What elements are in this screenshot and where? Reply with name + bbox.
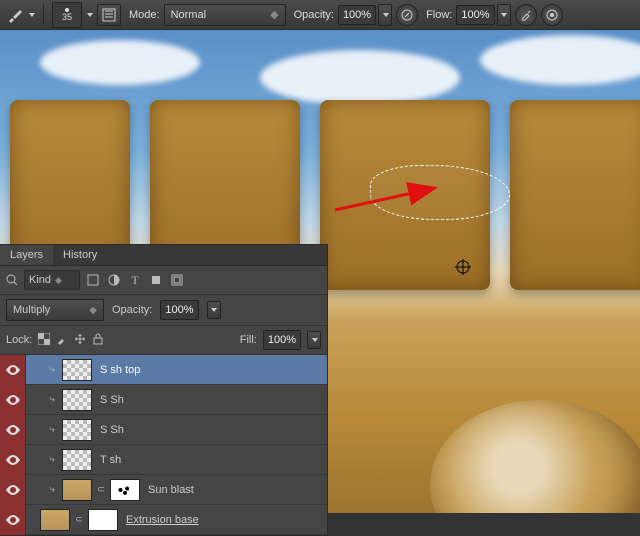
search-icon <box>6 274 18 286</box>
flow-label: Flow: <box>426 9 452 21</box>
layer-mask-thumbnail[interactable] <box>88 509 118 531</box>
layer-thumbnail[interactable] <box>62 359 92 381</box>
visibility-toggle[interactable] <box>0 505 26 535</box>
lock-position-icon[interactable] <box>74 333 86 348</box>
visibility-toggle[interactable] <box>0 475 26 505</box>
layer-thumbnail[interactable] <box>40 509 70 531</box>
clip-indicator-icon: ⤷ <box>46 364 58 375</box>
layer-name[interactable]: Extrusion base <box>126 514 199 526</box>
clip-indicator-icon: ⤷ <box>46 454 58 465</box>
cloud <box>40 40 200 85</box>
filter-shape-icon[interactable] <box>149 273 163 287</box>
panel-tabs: Layers History <box>0 245 327 266</box>
visibility-toggle[interactable] <box>0 385 26 415</box>
layer-row[interactable]: ⤷ S sh top <box>0 355 327 385</box>
lock-pixels-icon[interactable] <box>56 333 68 348</box>
layer-name[interactable]: T sh <box>100 454 121 466</box>
brush-preset-arrow[interactable] <box>87 13 93 17</box>
fill-value: 100% <box>268 334 296 346</box>
brush-options-bar: 35 Mode: Normal ◆ Opacity: 100% Flow: 10… <box>0 0 640 30</box>
hay-bale <box>430 400 640 513</box>
lock-label: Lock: <box>6 334 32 346</box>
clip-indicator-icon: ⤷ <box>46 424 58 435</box>
layer-thumbnail[interactable] <box>62 479 92 501</box>
cursor-icon <box>454 258 472 276</box>
layer-opacity-value: 100% <box>165 304 193 316</box>
visibility-toggle[interactable] <box>0 355 26 385</box>
annotation-arrow <box>330 180 450 220</box>
brush-dot-icon <box>65 8 69 12</box>
visibility-toggle[interactable] <box>0 415 26 445</box>
layer-thumbnail[interactable] <box>62 389 92 411</box>
link-icon: ⊂ <box>74 514 84 525</box>
lock-transparent-icon[interactable] <box>38 333 50 348</box>
flow-field[interactable]: 100% <box>456 5 494 25</box>
layer-name[interactable]: S Sh <box>100 394 124 406</box>
filter-type-icon[interactable]: T <box>128 273 142 287</box>
layer-blend-value: Multiply <box>13 304 83 316</box>
layers-panel: Layers History Kind ◆ T Multiply ◆ Opaci… <box>0 244 328 536</box>
layer-blend-select[interactable]: Multiply ◆ <box>6 299 104 321</box>
layer-row[interactable]: ⤷ S Sh <box>0 415 327 445</box>
layer-row[interactable]: ⤷ T sh <box>0 445 327 475</box>
layer-opacity-label: Opacity: <box>112 304 152 316</box>
opacity-field[interactable]: 100% <box>338 5 376 25</box>
layer-opacity-field[interactable]: 100% <box>160 300 198 320</box>
filter-kind-value: Kind <box>29 274 51 286</box>
layer-name[interactable]: S Sh <box>100 424 124 436</box>
pressure-size-button[interactable] <box>541 4 563 26</box>
blend-opacity-row: Multiply ◆ Opacity: 100% <box>0 295 327 326</box>
pressure-opacity-button[interactable] <box>396 4 418 26</box>
layer-name[interactable]: Sun blast <box>148 484 194 496</box>
fill-field[interactable]: 100% <box>263 330 301 350</box>
layer-list: ⤷ S sh top ⤷ S Sh ⤷ S Sh ⤷ T sh <box>0 355 327 535</box>
cloud <box>260 50 460 105</box>
fill-label: Fill: <box>240 334 257 346</box>
cloud <box>480 35 640 85</box>
lock-fill-row: Lock: Fill: 100% <box>0 326 327 355</box>
filter-pixel-icon[interactable] <box>86 273 100 287</box>
clip-indicator-icon: ⤷ <box>46 394 58 405</box>
layer-row[interactable]: ⤷ ⊂ Sun blast <box>0 475 327 505</box>
blend-mode-value: Normal <box>171 9 265 21</box>
flow-value: 100% <box>461 9 489 21</box>
link-icon: ⊂ <box>96 484 106 495</box>
visibility-toggle[interactable] <box>0 445 26 475</box>
layer-filter-row: Kind ◆ T <box>0 266 327 295</box>
brush-tool-icon[interactable] <box>6 6 24 24</box>
opacity-slider-arrow[interactable] <box>378 4 392 26</box>
lock-all-icon[interactable] <box>92 333 104 348</box>
layer-opacity-arrow[interactable] <box>207 301 221 319</box>
opacity-label: Opacity: <box>294 9 334 21</box>
toggle-brush-panel-button[interactable] <box>97 4 121 26</box>
hay-letter <box>510 100 640 290</box>
filter-adjust-icon[interactable] <box>107 273 121 287</box>
layer-row[interactable]: ⊂ Extrusion base <box>0 505 327 535</box>
brush-size-value: 35 <box>62 13 72 22</box>
layer-name[interactable]: S sh top <box>100 364 140 376</box>
layer-mask-thumbnail[interactable] <box>110 479 140 501</box>
tool-preset-arrow[interactable] <box>29 13 35 17</box>
divider <box>43 4 44 26</box>
airbrush-button[interactable] <box>515 4 537 26</box>
mode-label: Mode: <box>129 9 160 21</box>
brush-preset-picker[interactable]: 35 <box>52 2 82 28</box>
tab-layers[interactable]: Layers <box>0 245 53 265</box>
flow-slider-arrow[interactable] <box>497 4 511 26</box>
blend-mode-select[interactable]: Normal ◆ <box>164 4 286 26</box>
opacity-value: 100% <box>343 9 371 21</box>
fill-arrow[interactable] <box>307 331 321 349</box>
layer-thumbnail[interactable] <box>62 419 92 441</box>
filter-smart-icon[interactable] <box>170 273 184 287</box>
clip-indicator-icon: ⤷ <box>46 484 58 495</box>
filter-kind-select[interactable]: Kind ◆ <box>24 270 80 290</box>
layer-row[interactable]: ⤷ S Sh <box>0 385 327 415</box>
layer-thumbnail[interactable] <box>62 449 92 471</box>
tab-history[interactable]: History <box>53 245 107 265</box>
